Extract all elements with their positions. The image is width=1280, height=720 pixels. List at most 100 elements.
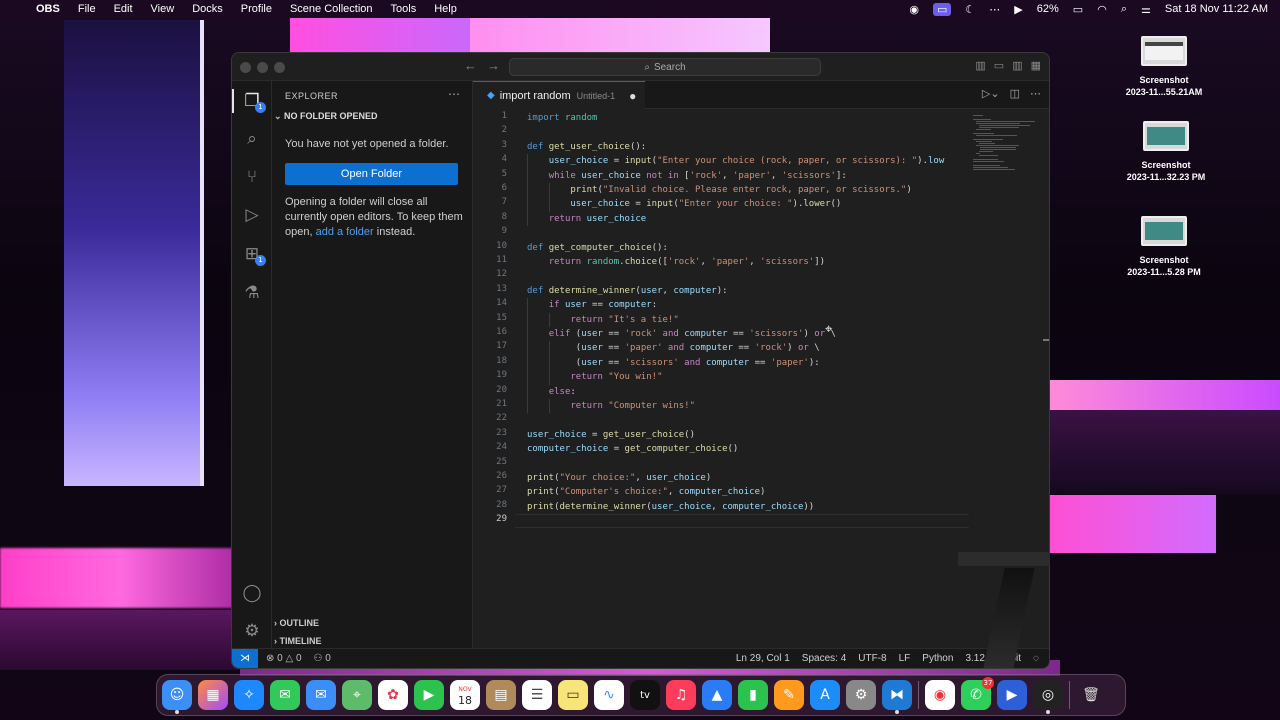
play-circle-icon[interactable]: ▶ [1014, 3, 1022, 16]
maps-icon[interactable]: ⌖ [342, 680, 372, 710]
menu-docks[interactable]: Docks [192, 3, 223, 15]
language-mode[interactable]: Python [922, 653, 953, 664]
code-line[interactable]: (user == 'paper' and computer == 'rock')… [527, 341, 820, 355]
menu-clock[interactable]: Sat 18 Nov 11:22 AM [1165, 3, 1268, 15]
menu-edit[interactable]: Edit [114, 3, 133, 15]
outline-section[interactable]: › OUTLINE [274, 618, 319, 628]
menu-app-name[interactable]: OBS [36, 3, 60, 15]
code-line[interactable]: def get_computer_choice(): [527, 241, 668, 255]
problems-indicator[interactable]: ⊗ 0 △ 0 [266, 653, 302, 664]
split-editor-icon[interactable]: ◫ [1010, 87, 1020, 100]
code-line[interactable]: return random.choice(['rock', 'paper', '… [527, 255, 825, 269]
system-settings-icon[interactable]: ⚙ [846, 680, 876, 710]
screen-share-icon[interactable]: ▭ [933, 2, 952, 16]
end-of-line[interactable]: LF [899, 653, 911, 664]
command-center-search[interactable]: ⌕ Search [509, 58, 821, 76]
safari-icon[interactable]: ✧ [234, 680, 264, 710]
run-python-icon[interactable]: ▷⌄ [982, 87, 1000, 100]
extensions-icon[interactable]: ⊞ 1 [240, 242, 266, 266]
freeform-icon[interactable]: ∿ [594, 680, 624, 710]
code-line[interactable]: elif (user == 'rock' and computer == 'sc… [527, 327, 836, 341]
moon-icon[interactable]: ☾ [965, 3, 975, 16]
indentation[interactable]: Spaces: 4 [802, 653, 846, 664]
reminders-icon[interactable]: ☰ [522, 680, 552, 710]
menu-tools[interactable]: Tools [391, 3, 417, 15]
no-folder-section[interactable]: ⌄ NO FOLDER OPENED [274, 111, 378, 122]
code-line[interactable]: return "You win!" [527, 370, 662, 384]
search-icon[interactable]: ⌕ [1121, 3, 1127, 16]
whatsapp-icon[interactable]: ✆ 37 [961, 677, 994, 710]
forward-arrow-icon[interactable]: → [487, 58, 500, 73]
ports-indicator[interactable]: ⚇ 0 [314, 653, 331, 664]
cursor-position[interactable]: Ln 29, Col 1 [736, 653, 790, 664]
toggle-secondary-sidebar-icon[interactable]: ▥ [1012, 59, 1022, 72]
gear-icon[interactable]: ⚙ [240, 619, 264, 643]
timeline-section[interactable]: › TIMELINE [274, 636, 322, 646]
facetime-icon[interactable]: ▶ [414, 680, 444, 710]
control-center-icon[interactable]: ⚌ [1141, 3, 1151, 16]
code-line[interactable]: return user_choice [527, 212, 647, 226]
wifi-icon[interactable]: ◠ [1097, 3, 1107, 16]
menu-file[interactable]: File [78, 3, 96, 15]
music-icon[interactable]: ♫ [666, 680, 696, 710]
code-line[interactable]: user_choice = get_user_choice() [527, 428, 695, 442]
desktop-file[interactable]: Screenshot 2023-11...32.23 PM [1118, 121, 1214, 183]
obs-icon[interactable]: ◎ [1033, 680, 1063, 714]
apple-tv-icon[interactable]: tv [630, 680, 660, 710]
code-line[interactable]: print(determine_winner(user_choice, comp… [527, 500, 814, 514]
menu-scene-collection[interactable]: Scene Collection [290, 3, 373, 15]
desktop-file[interactable]: Screenshot 2023-11...55.21AM [1116, 36, 1212, 98]
customize-layout-icon[interactable]: ▦ [1031, 59, 1041, 72]
messages-icon[interactable]: ✉ [270, 680, 300, 710]
code-line[interactable]: (user == 'scissors' and computer == 'pap… [527, 356, 820, 370]
desktop-file[interactable]: Screenshot 2023-11...5.28 PM [1116, 216, 1212, 278]
minimap[interactable] [969, 109, 1043, 170]
add-folder-link[interactable]: add a folder [316, 226, 374, 238]
code-line[interactable]: def get_user_choice(): [527, 140, 646, 154]
encoding[interactable]: UTF-8 [858, 653, 886, 664]
toggle-panel-icon[interactable]: ▭ [994, 59, 1004, 72]
zoom-app-icon[interactable]: ▶ [997, 680, 1027, 710]
menu-help[interactable]: Help [434, 3, 457, 15]
accounts-icon[interactable]: ◯ [240, 581, 264, 605]
finder-icon[interactable]: ☺ [162, 680, 192, 714]
trash-icon[interactable]: 🗑 [1076, 680, 1106, 710]
notes-icon[interactable]: ▭ [558, 680, 588, 710]
mail-icon[interactable]: ✉ [306, 680, 336, 710]
testing-flask-icon[interactable]: ⚗ [240, 281, 264, 305]
code-line[interactable]: while user_choice not in ['rock', 'paper… [527, 169, 847, 183]
scrollbar-marker[interactable] [1043, 339, 1049, 341]
remote-indicator-icon[interactable]: ⋊ [232, 648, 258, 668]
back-arrow-icon[interactable]: ← [464, 58, 477, 73]
launchpad-icon[interactable]: ▦ [198, 680, 228, 710]
chrome-icon[interactable]: ◉ [925, 680, 955, 710]
code-line[interactable]: if user == computer: [527, 298, 657, 312]
code-line[interactable]: print("Invalid choice. Please enter rock… [527, 183, 911, 197]
battery-icon[interactable]: ▭ [1073, 3, 1083, 16]
numbers-icon[interactable]: ▮ [738, 680, 768, 710]
minimize-window-button[interactable] [257, 62, 268, 73]
code-line[interactable]: user_choice = input("Enter your choice: … [527, 197, 841, 211]
vscode-icon[interactable]: ⧓ [882, 680, 912, 714]
toggle-primary-sidebar-icon[interactable]: ▥ [975, 59, 985, 72]
menu-profile[interactable]: Profile [241, 3, 272, 15]
code-line[interactable]: user_choice = input("Enter your choice (… [527, 154, 945, 168]
code-line[interactable]: else: [527, 385, 576, 399]
editor-tab[interactable]: ◆ import random Untitled-1 ● [473, 81, 645, 109]
code-line[interactable]: print("Your choice:", user_choice) [527, 471, 711, 485]
code-line[interactable]: print("Computer's choice:", computer_cho… [527, 485, 765, 499]
calendar-icon[interactable]: NOV 18 [450, 680, 480, 710]
code-line[interactable]: import random [527, 111, 597, 125]
menu-view[interactable]: View [151, 3, 175, 15]
obs-preview-window[interactable] [950, 548, 1058, 668]
source-control-icon[interactable]: ⑂ [240, 165, 264, 189]
pages-icon[interactable]: ✎ [774, 680, 804, 710]
zoom-window-button[interactable] [274, 62, 285, 73]
code-line[interactable]: return "Computer wins!" [527, 399, 695, 413]
app-store-icon[interactable]: A [810, 680, 840, 710]
open-folder-button[interactable]: Open Folder [285, 163, 458, 185]
code-line[interactable]: computer_choice = get_computer_choice() [527, 442, 738, 456]
photos-icon[interactable]: ✿ [378, 680, 408, 710]
contacts-icon[interactable]: ▤ [486, 680, 516, 710]
search-icon[interactable]: ⌕ [240, 127, 264, 151]
